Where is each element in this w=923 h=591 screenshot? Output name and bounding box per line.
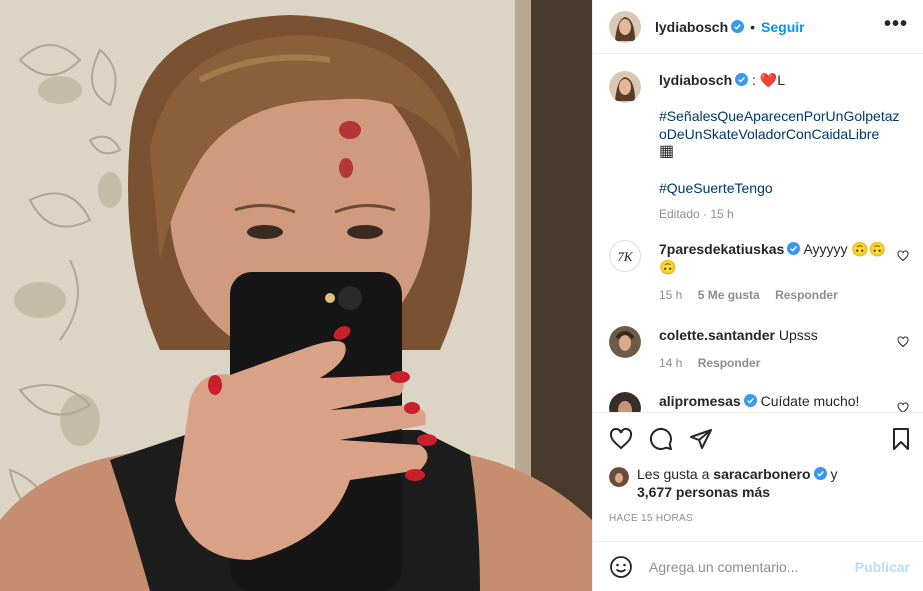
commenter-username[interactable]: colette.santander xyxy=(659,327,775,343)
comment-time[interactable]: 15 h xyxy=(659,288,682,302)
author-avatar[interactable] xyxy=(609,10,641,43)
likes-count[interactable]: 3,677 personas más xyxy=(637,484,770,500)
heart-icon[interactable] xyxy=(609,427,633,451)
svg-text:7K: 7K xyxy=(617,249,634,264)
post-photo[interactable] xyxy=(0,0,592,591)
publish-button[interactable]: Publicar xyxy=(855,559,910,575)
caption-body: lydiabosch : ❤️L #SeñalesQueAparecenPorU… xyxy=(659,71,903,223)
comment-body: 7paresdekatiuskas Ayyyyy 🙃🙃🙃 15 h 5 Me g… xyxy=(659,240,889,304)
commenter-avatar[interactable] xyxy=(609,392,641,412)
verified-icon xyxy=(743,394,757,407)
commenter-username[interactable]: 7paresdekatiuskas xyxy=(659,241,784,257)
verified-icon xyxy=(735,73,749,86)
reply-button[interactable]: Responder xyxy=(698,356,761,370)
comment-meta: 15 h 5 Me gusta Responder xyxy=(659,286,889,304)
verified-icon xyxy=(813,467,827,480)
commenter-username[interactable]: alipromesas xyxy=(659,393,741,409)
edited-label: Editado xyxy=(659,207,700,221)
caption-text-prefix: : xyxy=(748,72,760,88)
heart-icon[interactable] xyxy=(897,250,909,262)
post-side-panel: lydiabosch • Seguir ••• lydiabosch : ❤️L… xyxy=(592,0,923,591)
verified-icon xyxy=(787,242,801,255)
likes-prefix: Les gusta a xyxy=(637,466,714,482)
commenter-avatar[interactable]: 7K xyxy=(609,240,641,272)
heart-icon[interactable] xyxy=(897,402,909,412)
comment-item: alipromesas Cuídate mucho! xyxy=(609,392,909,412)
more-options-icon[interactable]: ••• xyxy=(884,14,908,34)
comment-item: 7K 7paresdekatiuskas Ayyyyy 🙃🙃🙃 15 h 5 M… xyxy=(609,240,909,304)
likes-suffix: y xyxy=(826,466,838,482)
reply-button[interactable]: Responder xyxy=(775,288,838,302)
caption-text-suffix: L xyxy=(777,72,786,88)
caption-meta: Editado · 15 h xyxy=(659,207,734,221)
caption: lydiabosch : ❤️L #SeñalesQueAparecenPorU… xyxy=(609,71,909,223)
comment-body: colette.santander Upsss 14 h Responder xyxy=(659,326,889,372)
hashtag-link[interactable]: #SeñalesQueAparecenPorUnGolpetazoDeUnSka… xyxy=(659,107,903,143)
author-username[interactable]: lydiabosch xyxy=(655,19,728,35)
comment-icon[interactable] xyxy=(649,427,673,451)
caption-username[interactable]: lydiabosch xyxy=(659,72,732,88)
header-separator: • xyxy=(750,18,756,35)
follow-button[interactable]: Seguir xyxy=(761,19,805,35)
comment-input[interactable] xyxy=(649,558,839,575)
caption-emoji: ▦ xyxy=(659,143,675,160)
heart-icon[interactable] xyxy=(897,336,909,348)
likes-text: Les gusta a saracarbonero y 3,677 person… xyxy=(637,465,837,501)
comment-body: alipromesas Cuídate mucho! xyxy=(659,392,889,412)
comments-list[interactable]: lydiabosch : ❤️L #SeñalesQueAparecenPorU… xyxy=(593,55,923,412)
post-header: lydiabosch • Seguir ••• xyxy=(593,0,923,54)
hashtag-link[interactable]: #QueSuerteTengo xyxy=(659,179,903,197)
comment-item: colette.santander Upsss 14 h Responder xyxy=(609,326,909,372)
comment-likes[interactable]: 5 Me gusta xyxy=(698,288,760,302)
add-comment-bar: Publicar xyxy=(593,541,923,591)
verified-icon xyxy=(731,20,745,33)
comment-text: Upsss xyxy=(778,327,818,343)
caption-avatar[interactable] xyxy=(609,71,641,103)
mirror-selfie-image xyxy=(0,0,592,591)
comment-time[interactable]: 14 h xyxy=(659,356,682,370)
comment-text: Cuídate mucho! xyxy=(760,393,860,409)
emoji-icon[interactable] xyxy=(609,555,633,579)
bookmark-icon[interactable] xyxy=(889,427,913,451)
liker-avatar[interactable] xyxy=(609,467,629,487)
share-icon[interactable] xyxy=(689,427,713,451)
commenter-avatar[interactable] xyxy=(609,326,641,358)
caption-time[interactable]: 15 h xyxy=(710,207,733,221)
likes-summary: Les gusta a saracarbonero y 3,677 person… xyxy=(609,465,837,501)
comment-meta: 14 h Responder xyxy=(659,354,889,372)
liker-username[interactable]: saracarbonero xyxy=(713,466,810,482)
heart-emoji: ❤️ xyxy=(759,72,778,88)
post-timestamp[interactable]: HACE 15 HORAS xyxy=(609,513,693,524)
post-actions: Les gusta a saracarbonero y 3,677 person… xyxy=(593,412,923,542)
